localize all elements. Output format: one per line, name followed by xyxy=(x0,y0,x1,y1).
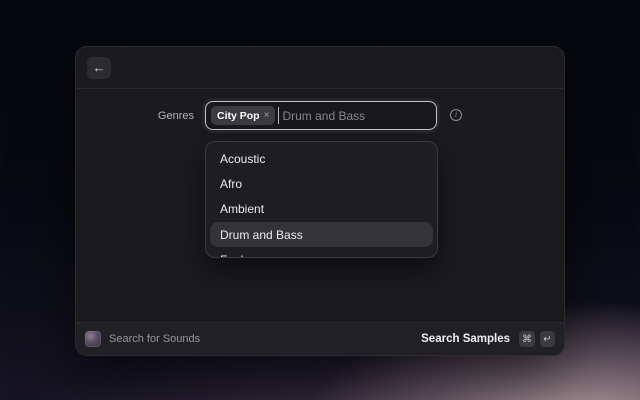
return-key-icon: ↵ xyxy=(540,331,555,347)
genres-dropdown: Acoustic Afro Ambient Drum and Bass Funk xyxy=(205,141,438,258)
search-dialog: ← Genres City Pop × Drum and Bass i Acou… xyxy=(75,46,565,356)
footer-actions: Search Samples ⌘ ↵ xyxy=(421,331,555,347)
dropdown-option-ambient[interactable]: Ambient xyxy=(206,197,437,222)
genres-tag-input[interactable]: City Pop × Drum and Bass xyxy=(205,101,437,130)
genres-label: Genres xyxy=(76,101,194,130)
info-icon-glyph: i xyxy=(455,111,457,119)
dialog-footer: Search for Sounds Search Samples ⌘ ↵ xyxy=(76,322,564,355)
genres-field-row: Genres City Pop × Drum and Bass i xyxy=(76,101,564,130)
back-arrow-icon: ← xyxy=(93,61,106,74)
dropdown-option-funk[interactable]: Funk xyxy=(206,247,437,258)
genres-input-value: Drum and Bass xyxy=(282,109,365,123)
chip-remove-icon[interactable]: × xyxy=(264,110,270,121)
dropdown-option-acoustic[interactable]: Acoustic xyxy=(206,146,437,171)
command-key-icon: ⌘ xyxy=(519,331,535,347)
text-caret xyxy=(278,107,279,124)
search-hint-text: Search for Sounds xyxy=(109,333,200,345)
genre-chip-label: City Pop xyxy=(217,110,260,122)
sounds-logo-icon xyxy=(85,331,101,347)
dropdown-option-afro[interactable]: Afro xyxy=(206,171,437,196)
back-button[interactable]: ← xyxy=(87,57,111,79)
genre-chip-city-pop[interactable]: City Pop × xyxy=(211,106,275,125)
info-icon[interactable]: i xyxy=(450,109,462,121)
search-samples-button[interactable]: Search Samples xyxy=(421,333,510,345)
dropdown-option-drum-and-bass[interactable]: Drum and Bass xyxy=(210,222,433,247)
dialog-header: ← xyxy=(76,47,564,89)
